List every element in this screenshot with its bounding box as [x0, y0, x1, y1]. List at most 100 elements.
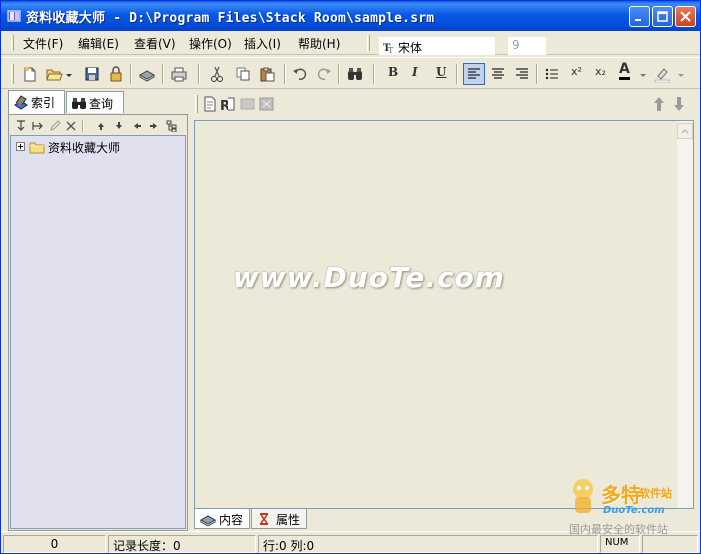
attributes-icon — [260, 513, 268, 525]
rename-node-button[interactable] — [49, 120, 61, 132]
cut-button[interactable] — [208, 65, 226, 83]
content-toolbar-grip[interactable] — [195, 95, 198, 113]
open-button[interactable] — [45, 65, 63, 83]
logo-brand: DuoTe.com — [603, 505, 665, 516]
minimize-button[interactable] — [629, 6, 650, 27]
move-up-button[interactable] — [95, 120, 107, 132]
highlight-dropdown[interactable] — [677, 65, 685, 83]
underline-button[interactable]: U — [436, 65, 446, 79]
chevron-down-icon — [678, 74, 684, 77]
book-stack-icon — [138, 70, 156, 82]
rich-text-icon: R — [220, 97, 235, 114]
font-name-select[interactable]: TT 宋体 — [379, 37, 495, 55]
paste-clipboard-icon — [260, 67, 275, 82]
menu-operate[interactable]: 操作(O) — [189, 35, 232, 52]
tree-structure-icon — [166, 120, 177, 133]
app-window: 资料收藏大师 - D:\Program Files\Stack Room\sam… — [0, 0, 701, 554]
content-editor[interactable]: www.DuoTe.com — [194, 120, 694, 509]
arrow-down-icon — [116, 122, 122, 129]
paste-button[interactable] — [258, 65, 276, 83]
tab-search[interactable]: 查询 — [66, 91, 124, 113]
tree-structure-button[interactable] — [166, 120, 178, 133]
left-tab-strip: 索引 查询 — [8, 90, 188, 115]
attachment-record-button[interactable] — [259, 96, 275, 112]
new-record-button[interactable] — [203, 96, 217, 112]
image-icon — [240, 98, 255, 110]
move-left-button[interactable] — [131, 120, 143, 132]
tab-index[interactable]: 索引 — [8, 90, 65, 114]
menu-help[interactable]: 帮助(H) — [298, 35, 340, 52]
arrow-up-icon — [98, 123, 104, 130]
logo-slogan: 国内最安全的软件站 — [569, 523, 668, 536]
image-record-button[interactable] — [240, 96, 256, 112]
toolbar-grip[interactable] — [11, 64, 14, 84]
copy-button[interactable] — [234, 65, 252, 83]
highlight-button[interactable] — [653, 65, 671, 83]
align-left-button[interactable] — [463, 63, 485, 85]
insert-node-icon — [17, 120, 25, 131]
italic-button[interactable]: I — [412, 65, 418, 79]
chevron-down-icon — [66, 74, 72, 77]
status-row-col: 行:0 列:0 — [258, 535, 598, 553]
redo-button[interactable] — [315, 65, 333, 83]
maximize-button[interactable] — [652, 6, 673, 27]
menu-view[interactable]: 查看(V) — [134, 35, 176, 52]
prev-record-button[interactable] — [653, 96, 665, 112]
toolbar-separator — [198, 64, 200, 84]
attachment-icon — [259, 97, 274, 111]
vertical-scrollbar[interactable] — [677, 121, 693, 508]
document-icon — [204, 96, 216, 112]
menu-grip[interactable] — [11, 35, 14, 51]
status-record-length: 记录长度：0 — [108, 535, 256, 553]
next-record-button[interactable] — [673, 96, 685, 112]
find-button[interactable] — [346, 65, 364, 83]
book-button[interactable] — [138, 65, 156, 83]
rich-record-button[interactable]: R — [220, 96, 236, 114]
logo-subtitle: 软件站 — [639, 487, 672, 500]
menu-insert[interactable]: 插入(I) — [244, 35, 281, 52]
main-toolbar: B I U x² x₂ A — [1, 57, 700, 89]
font-size-select[interactable]: 9 — [508, 37, 546, 55]
menu-file[interactable]: 文件(F) — [23, 35, 63, 52]
print-button[interactable] — [170, 65, 188, 83]
format-grip[interactable] — [367, 35, 370, 51]
binoculars-icon — [72, 98, 86, 109]
tab-attributes-label: 属性 — [276, 513, 301, 527]
close-button[interactable] — [675, 6, 696, 27]
align-right-icon — [516, 68, 528, 79]
status-extra — [642, 535, 698, 553]
tab-content[interactable]: 内容 — [194, 509, 250, 529]
save-button[interactable] — [83, 65, 101, 83]
category-tree[interactable]: 资料收藏大师 — [10, 135, 186, 529]
undo-button[interactable] — [291, 65, 309, 83]
subscript-button[interactable]: x₂ — [595, 65, 606, 78]
chevron-up-icon — [681, 128, 689, 134]
font-color-dropdown[interactable] — [639, 65, 647, 83]
menu-edit[interactable]: 编辑(E) — [78, 35, 119, 52]
toolbar-separator — [373, 64, 375, 84]
title-bar[interactable]: 资料收藏大师 - D:\Program Files\Stack Room\sam… — [1, 1, 700, 31]
align-center-button[interactable] — [489, 65, 507, 83]
tab-attributes[interactable]: 属性 — [251, 509, 307, 529]
truetype-icon: TT — [383, 43, 394, 53]
copy-icon — [236, 67, 250, 81]
insert-child-button[interactable] — [32, 120, 44, 132]
open-dropdown[interactable] — [65, 65, 73, 83]
lock-button[interactable] — [107, 65, 125, 83]
bullet-list-button[interactable] — [543, 65, 561, 83]
align-right-button[interactable] — [513, 65, 531, 83]
delete-node-button[interactable] — [65, 120, 77, 132]
insert-node-button[interactable] — [15, 120, 27, 132]
tab-search-label: 查询 — [89, 97, 114, 111]
expand-plus-icon[interactable] — [16, 142, 25, 151]
scroll-up-button[interactable] — [677, 123, 693, 139]
content-toolbar: R — [193, 93, 694, 115]
index-panel: 资料收藏大师 — [8, 114, 188, 531]
superscript-button[interactable]: x² — [571, 65, 582, 78]
move-down-button[interactable] — [113, 120, 125, 132]
new-document-icon — [24, 67, 36, 82]
font-color-button[interactable]: A — [619, 62, 630, 80]
bold-button[interactable]: B — [388, 65, 398, 79]
move-right-button[interactable] — [148, 120, 160, 132]
new-button[interactable] — [21, 65, 39, 83]
